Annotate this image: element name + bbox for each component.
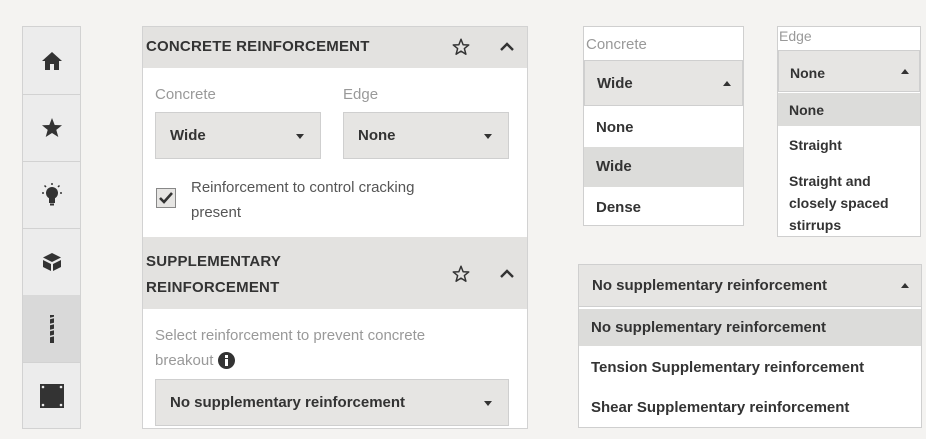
crack-control-label-line2: present xyxy=(191,204,242,221)
supplementary-select[interactable]: No supplementary reinforcement xyxy=(155,379,509,426)
sidebar-item-anchors[interactable] xyxy=(23,228,80,296)
option-label: Straight xyxy=(789,137,842,153)
supplementary-dropdown: No supplementary reinforcement No supple… xyxy=(578,264,922,428)
supplementary-prompt-line1: Select reinforcement to prevent concrete xyxy=(155,327,426,344)
home-icon xyxy=(41,51,62,70)
cube-icon xyxy=(42,252,61,271)
checkmark-icon xyxy=(159,192,173,204)
edge-dropdown: Edge None None Straight Straight and clo… xyxy=(777,26,921,237)
collapse-chevron-icon[interactable] xyxy=(496,36,518,58)
plate-icon xyxy=(39,383,64,408)
option-label: Straight and closely spaced stirrups xyxy=(789,170,889,236)
concrete-select[interactable]: Wide xyxy=(155,112,321,159)
supplementary-option-none[interactable]: No supplementary reinforcement xyxy=(579,309,921,346)
edge-dropdown-label: Edge xyxy=(779,28,812,44)
edge-select[interactable]: None xyxy=(343,112,509,159)
concrete-select-value: Wide xyxy=(170,127,206,144)
chevron-down-icon xyxy=(484,134,492,139)
section-title-line2: REINFORCEMENT xyxy=(146,279,280,296)
crack-control-label: Reinforcement to control cracking presen… xyxy=(191,175,414,225)
sidebar-item-ideas[interactable] xyxy=(23,161,80,229)
option-label: Shear Supplementary reinforcement xyxy=(591,399,850,416)
concrete-dropdown-value: Wide xyxy=(597,75,633,92)
concrete-dropdown-select[interactable]: Wide xyxy=(584,60,743,106)
supplementary-dropdown-select[interactable]: No supplementary reinforcement xyxy=(579,265,921,307)
crack-control-label-line1: Reinforcement to control cracking xyxy=(191,179,415,196)
edge-dropdown-value: None xyxy=(790,65,825,81)
option-label-line2: closely spaced xyxy=(789,195,889,211)
edge-select-value: None xyxy=(358,127,396,144)
concrete-label: Concrete xyxy=(155,86,216,103)
supplementary-select-value: No supplementary reinforcement xyxy=(170,394,406,411)
edge-option-none[interactable]: None xyxy=(778,93,920,126)
supplementary-prompt-line2: breakout xyxy=(155,352,214,369)
concrete-dropdown: Concrete Wide None Wide Dense xyxy=(583,26,744,226)
lightbulb-icon xyxy=(41,182,62,205)
reinforcement-panel: CONCRETE REINFORCEMENT Concrete Edge Wid… xyxy=(142,26,528,429)
option-label: No supplementary reinforcement xyxy=(591,319,827,336)
concrete-option-wide[interactable]: Wide xyxy=(584,147,743,187)
edge-dropdown-select[interactable]: None xyxy=(778,50,920,92)
edge-option-closely-spaced-stirrups[interactable]: Straight and closely spaced stirrups xyxy=(778,167,920,235)
chevron-down-icon xyxy=(296,134,304,139)
chevron-up-icon xyxy=(901,69,909,74)
concrete-dropdown-label: Concrete xyxy=(586,36,647,53)
sidebar-item-baseplate[interactable] xyxy=(23,362,80,429)
chevron-down-icon xyxy=(484,401,492,406)
option-label-line1: Straight and xyxy=(789,173,871,189)
rebar-icon xyxy=(47,314,56,343)
supplementary-option-tension[interactable]: Tension Supplementary reinforcement xyxy=(579,349,921,385)
option-label: None xyxy=(596,119,634,136)
section-title: CONCRETE REINFORCEMENT xyxy=(146,38,370,55)
option-label: Wide xyxy=(596,158,632,175)
edge-label: Edge xyxy=(343,86,379,103)
info-icon[interactable] xyxy=(218,352,236,369)
sidebar-item-home[interactable] xyxy=(23,27,80,95)
sidebar xyxy=(22,26,81,429)
concrete-option-dense[interactable]: Dense xyxy=(584,187,743,225)
option-label-line3: stirrups xyxy=(789,217,842,233)
concrete-option-none[interactable]: None xyxy=(584,107,743,147)
crack-control-checkbox[interactable] xyxy=(156,188,176,208)
edge-option-straight[interactable]: Straight xyxy=(778,129,920,161)
section-title-line1: SUPPLEMENTARY xyxy=(146,253,282,270)
concrete-reinforcement-header[interactable]: CONCRETE REINFORCEMENT xyxy=(143,27,527,68)
supplementary-prompt: Select reinforcement to prevent concrete… xyxy=(155,323,425,373)
star-icon xyxy=(41,117,62,137)
favorite-star-icon[interactable] xyxy=(450,36,472,58)
favorite-star-icon[interactable] xyxy=(450,263,472,285)
chevron-up-icon xyxy=(723,81,731,86)
supplementary-dropdown-value: No supplementary reinforcement xyxy=(592,277,828,294)
sidebar-item-reinforcement[interactable] xyxy=(23,295,80,363)
supplementary-reinforcement-header[interactable]: SUPPLEMENTARY REINFORCEMENT xyxy=(143,237,527,309)
sidebar-item-favorites[interactable] xyxy=(23,94,80,162)
option-label: None xyxy=(789,102,824,118)
collapse-chevron-icon[interactable] xyxy=(496,263,518,285)
option-label: Dense xyxy=(596,199,642,216)
section-title: SUPPLEMENTARY REINFORCEMENT xyxy=(146,249,281,301)
supplementary-option-shear[interactable]: Shear Supplementary reinforcement xyxy=(579,388,921,424)
option-label: Tension Supplementary reinforcement xyxy=(591,359,865,376)
chevron-up-icon xyxy=(901,283,909,288)
